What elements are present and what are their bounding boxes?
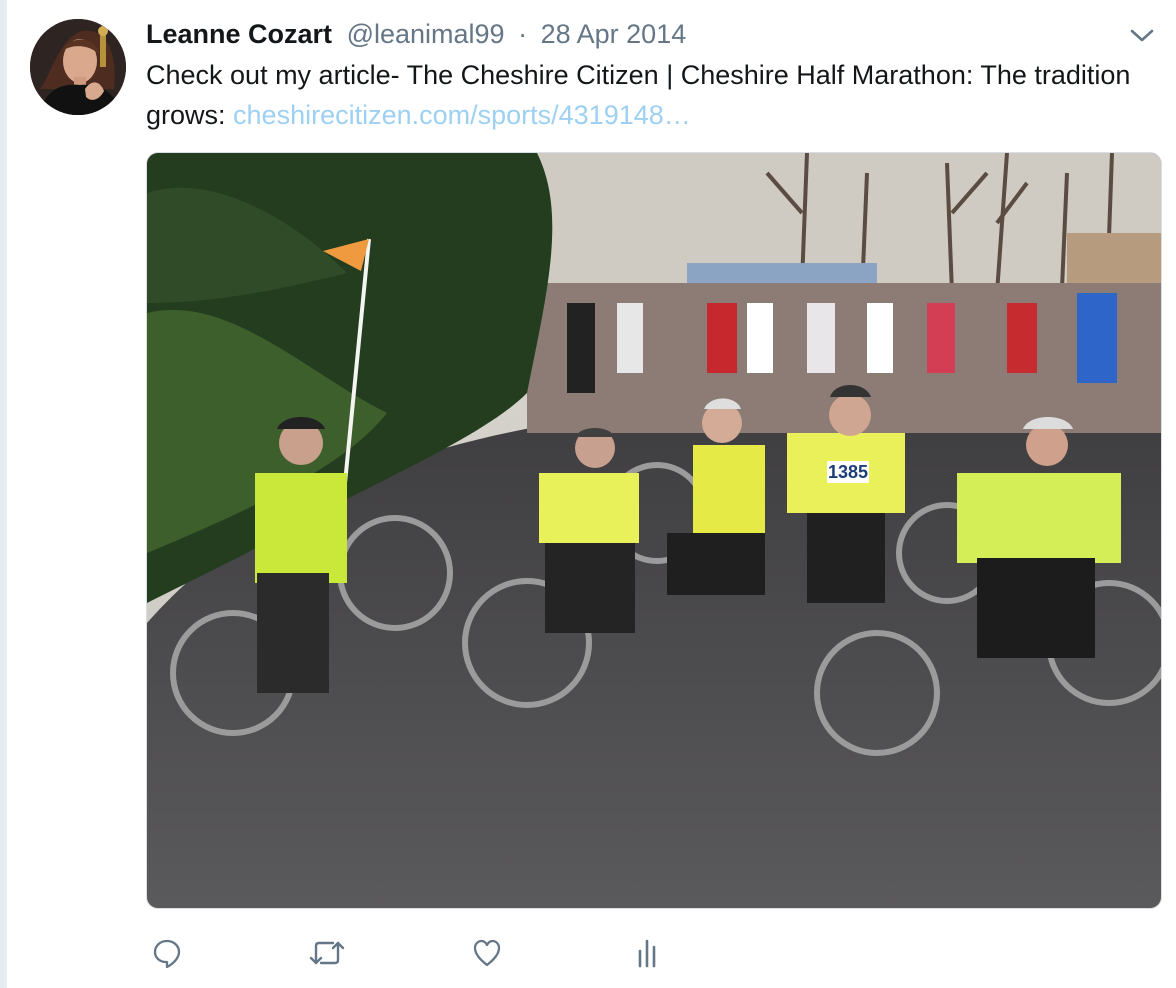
article-link[interactable]: cheshirecitizen.com/sports/4319148… xyxy=(233,100,691,130)
timeline-divider xyxy=(0,0,7,988)
avatar[interactable] xyxy=(30,19,126,115)
chevron-down-icon[interactable] xyxy=(1128,24,1156,46)
tweet-date[interactable]: 28 Apr 2014 xyxy=(541,19,687,49)
analytics-icon[interactable] xyxy=(626,932,668,974)
heart-icon[interactable] xyxy=(466,932,508,974)
retweet-icon[interactable] xyxy=(306,932,348,974)
tweet-photo[interactable]: 1385 xyxy=(146,152,1162,909)
author-name[interactable]: Leanne Cozart xyxy=(146,19,332,49)
header-separator: · xyxy=(518,19,528,49)
tweet-header: Leanne Cozart @leanimal99 · 28 Apr 2014 xyxy=(146,18,686,50)
reply-icon[interactable] xyxy=(146,932,188,974)
tweet-text: Check out my article- The Cheshire Citiz… xyxy=(146,55,1156,135)
race-bib: 1385 xyxy=(828,462,868,482)
author-handle[interactable]: @leanimal99 xyxy=(347,19,505,49)
